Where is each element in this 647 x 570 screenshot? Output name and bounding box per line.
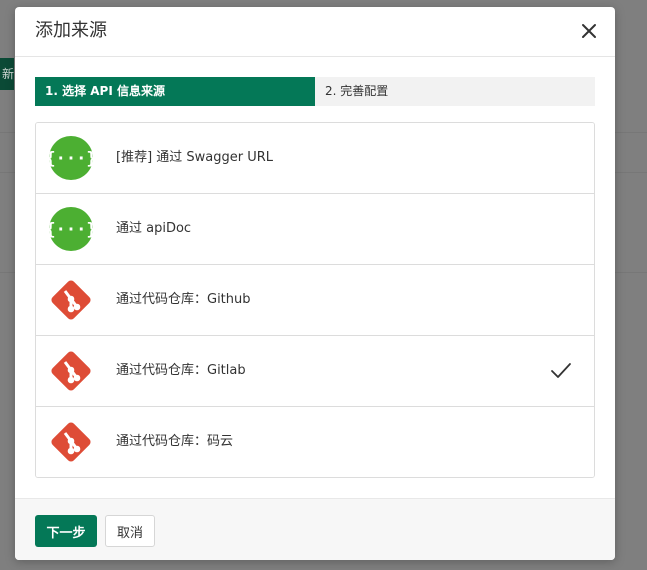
- background-create-button: 新: [0, 58, 14, 90]
- step-select-source: 1. 选择 API 信息来源: [35, 77, 315, 106]
- source-option-github[interactable]: 通过代码仓库：Github: [36, 265, 594, 336]
- svg-text:{···}: {···}: [48, 149, 94, 169]
- dialog-header: 添加来源: [15, 7, 615, 57]
- dialog-title: 添加来源: [35, 20, 107, 41]
- source-list: {···} [推荐] 通过 Swagger URL {···} 通过 apiDo…: [35, 122, 595, 478]
- check-icon: [551, 363, 571, 378]
- source-option-gitee[interactable]: 通过代码仓库：码云: [36, 407, 594, 477]
- add-source-dialog: 添加来源 1. 选择 API 信息来源 2. 完善配置 {···} [推荐] 通…: [15, 7, 615, 560]
- source-option-gitlab[interactable]: 通过代码仓库：Gitlab: [36, 336, 594, 407]
- dialog-footer: 下一步 取消: [15, 498, 615, 560]
- close-icon: [582, 24, 596, 38]
- git-icon: [51, 351, 91, 391]
- svg-text:{···}: {···}: [48, 220, 94, 240]
- close-button[interactable]: [577, 19, 601, 43]
- next-step-button[interactable]: 下一步: [35, 515, 97, 547]
- source-option-label: [推荐] 通过 Swagger URL: [116, 150, 274, 165]
- source-option-label: 通过代码仓库：Github: [116, 292, 251, 307]
- wizard-steps: 1. 选择 API 信息来源 2. 完善配置: [35, 77, 595, 106]
- git-icon: [51, 422, 91, 462]
- source-option-apidoc[interactable]: {···} 通过 apiDoc: [36, 194, 594, 265]
- step-configure: 2. 完善配置: [325, 84, 389, 98]
- source-option-label: 通过代码仓库：码云: [116, 434, 234, 449]
- swagger-icon: {···}: [48, 207, 94, 251]
- source-option-label: 通过 apiDoc: [116, 221, 192, 236]
- git-icon: [51, 280, 91, 320]
- cancel-button[interactable]: 取消: [105, 515, 155, 547]
- source-option-label: 通过代码仓库：Gitlab: [116, 363, 246, 378]
- swagger-icon: {···}: [48, 136, 94, 180]
- source-option-swagger-url[interactable]: {···} [推荐] 通过 Swagger URL: [36, 123, 594, 194]
